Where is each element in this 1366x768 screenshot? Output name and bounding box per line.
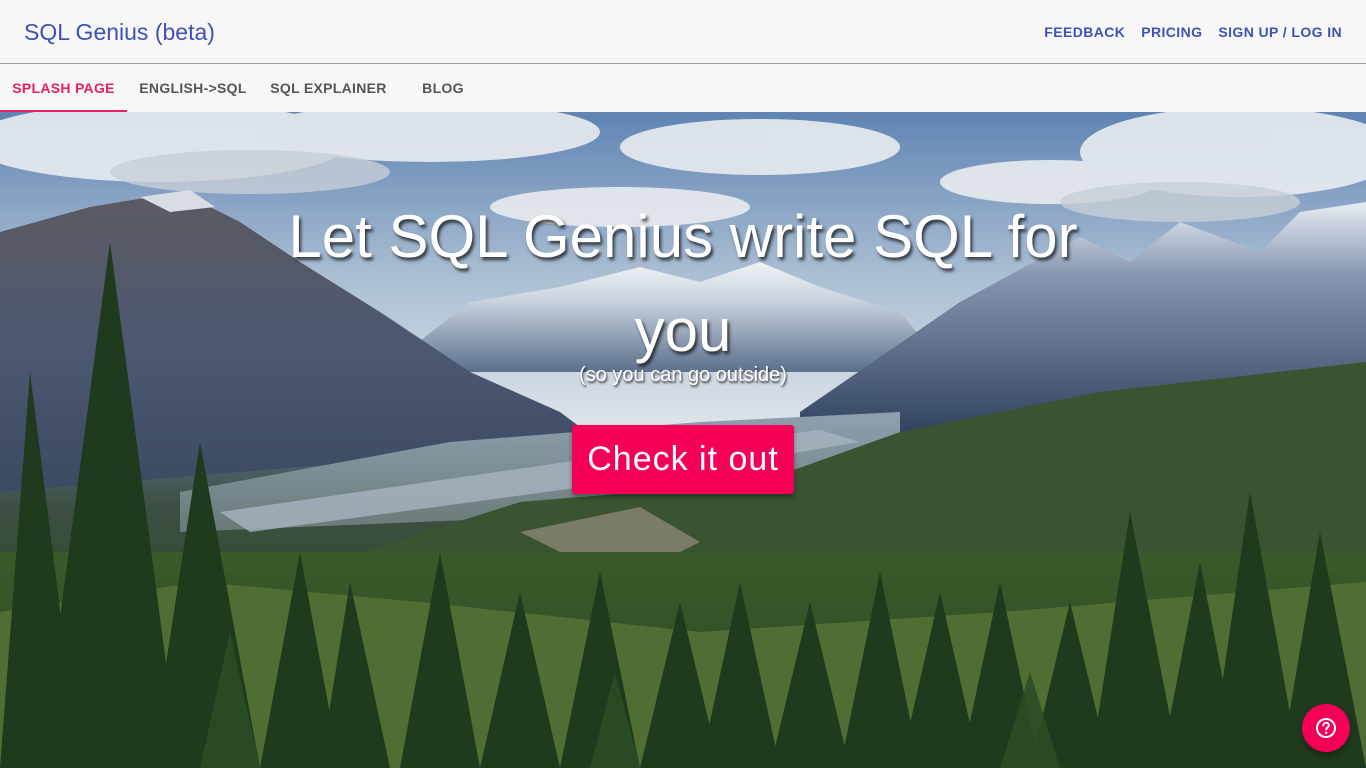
pricing-link[interactable]: PRICING bbox=[1141, 22, 1202, 42]
signup-login-link[interactable]: SIGN UP / LOG IN bbox=[1218, 22, 1342, 42]
hero-subline: (so you can go outside) bbox=[579, 364, 787, 386]
brand-title[interactable]: SQL Genius (beta) bbox=[24, 17, 215, 47]
feedback-link[interactable]: FEEDBACK bbox=[1044, 22, 1125, 42]
check-it-out-button[interactable]: Check it out bbox=[572, 425, 794, 494]
help-button[interactable] bbox=[1302, 704, 1350, 752]
tab-bar: SPLASH PAGE ENGLISH->SQL SQL EXPLAINER B… bbox=[0, 64, 1366, 112]
top-nav: FEEDBACK PRICING SIGN UP / LOG IN bbox=[1028, 22, 1342, 42]
tab-english-to-sql[interactable]: ENGLISH->SQL bbox=[127, 64, 259, 112]
tab-blog[interactable]: BLOG bbox=[412, 64, 474, 112]
hero-headline: Let SQL Genius write SQL for you bbox=[288, 203, 1078, 364]
help-icon bbox=[1316, 718, 1336, 738]
app-bar: SQL Genius (beta) FEEDBACK PRICING SIGN … bbox=[0, 0, 1366, 64]
hero-section: Let SQL Genius write SQL for you (so you… bbox=[0, 112, 1366, 768]
tab-sql-explainer[interactable]: SQL EXPLAINER bbox=[259, 64, 398, 112]
tab-splash-page[interactable]: SPLASH PAGE bbox=[0, 64, 127, 112]
